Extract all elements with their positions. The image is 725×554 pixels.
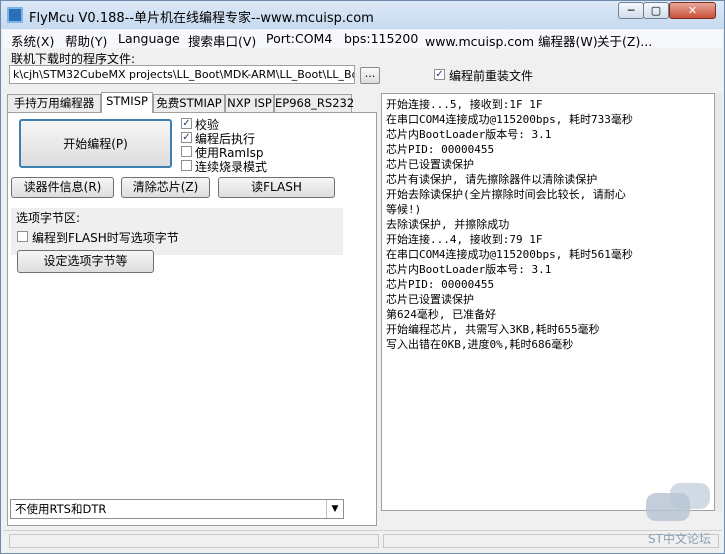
log-line: 芯片内BootLoader版本号: 3.1 — [386, 128, 552, 141]
option-bytes-title: 选项字节区: — [16, 211, 81, 225]
log-line: 写入出错在0KB,进度0%,耗时686毫秒 — [386, 338, 574, 351]
chat-bubble-icon — [646, 493, 690, 521]
status-segment — [9, 534, 379, 548]
menu-bar: 系统(X) 帮助(Y) Language 搜索串口(V) Port:COM4 b… — [3, 30, 722, 50]
log-line: 等候!) — [386, 203, 422, 216]
status-bar — [3, 530, 722, 551]
read-flash-button[interactable]: 读FLASH — [218, 177, 335, 198]
output-log[interactable]: 开始连接...5, 接收到:1F 1F 在串口COM4连接成功@115200bp… — [381, 93, 715, 511]
log-line: 开始连接...5, 接收到:1F 1F — [386, 98, 543, 111]
log-line: 第624毫秒, 已准备好 — [386, 308, 497, 321]
watermark: ST中文论坛 — [644, 479, 716, 549]
watermark-text: ST中文论坛 — [648, 532, 711, 546]
program-file-path-field[interactable]: k\cjh\STM32CubeMX projects\LL_Boot\MDK-A… — [9, 65, 355, 84]
log-line: 芯片有读保护, 请先擦除器件以清除读保护 — [386, 173, 598, 186]
tab-free-stmiap[interactable]: 免费STMIAP — [153, 94, 225, 112]
use-ramisp-checkbox[interactable] — [181, 146, 192, 157]
maximize-button[interactable]: ▢ — [643, 2, 669, 19]
start-programming-button[interactable]: 开始编程(P) — [19, 119, 172, 168]
menu-port[interactable]: Port:COM4 — [266, 31, 332, 46]
log-line: 开始编程芯片, 共需写入3KB,耗时655毫秒 — [386, 323, 600, 336]
verify-checkbox[interactable]: ✓ — [181, 118, 192, 129]
write-option-bytes-label: 编程到FLASH时写选项字节 — [32, 231, 179, 245]
app-window: FlyMcu V0.188--单片机在线编程专家--www.mcuisp.com… — [0, 0, 725, 554]
read-device-info-button[interactable]: 读器件信息(R) — [11, 177, 114, 198]
menu-search-port[interactable]: 搜索串口(V) — [188, 31, 256, 50]
menu-system[interactable]: 系统(X) — [11, 31, 54, 50]
log-line: 芯片PID: 00000455 — [386, 143, 495, 156]
stmisp-panel — [7, 112, 377, 526]
window-title: FlyMcu V0.188--单片机在线编程专家--www.mcuisp.com — [29, 11, 374, 26]
log-line: 在串口COM4连接成功@115200bps, 耗时561毫秒 — [386, 248, 633, 261]
write-option-bytes-checkbox[interactable] — [17, 231, 28, 242]
tab-stmisp[interactable]: STMISP — [101, 92, 153, 113]
log-line: 芯片已设置读保护 — [386, 158, 474, 171]
log-line: 芯片已设置读保护 — [386, 293, 474, 306]
continuous-mode-checkbox[interactable] — [181, 160, 192, 171]
log-line: 开始连接...4, 接收到:79 1F — [386, 233, 543, 246]
tab-ep968-rs232[interactable]: EP968_RS232 — [274, 94, 354, 112]
close-button[interactable]: ✕ — [669, 2, 716, 19]
log-line: 开始去除读保护(全片擦除时间会比较长, 请耐心 — [386, 188, 626, 201]
log-line: 芯片内BootLoader版本号: 3.1 — [386, 263, 552, 276]
reload-before-program-checkbox[interactable]: ✓ — [434, 69, 445, 80]
log-line: 芯片PID: 00000455 — [386, 278, 495, 291]
menu-about[interactable]: 关于(Z)... — [597, 31, 652, 50]
menu-baud[interactable]: bps:115200 — [344, 31, 418, 46]
title-bar[interactable]: FlyMcu V0.188--单片机在线编程专家--www.mcuisp.com… — [1, 1, 724, 29]
browse-file-button[interactable]: ... — [360, 67, 380, 84]
run-after-program-checkbox[interactable]: ✓ — [181, 132, 192, 143]
log-line: 去除读保护, 并擦除成功 — [386, 218, 510, 231]
chevron-down-icon[interactable]: ▼ — [326, 500, 343, 518]
erase-chip-button[interactable]: 清除芯片(Z) — [121, 177, 210, 198]
menu-programmer[interactable]: www.mcuisp.com 编程器(W) — [425, 31, 598, 50]
menu-language[interactable]: Language — [118, 31, 180, 46]
log-line: 在串口COM4连接成功@115200bps, 耗时733毫秒 — [386, 113, 633, 126]
rts-dtr-select-value: 不使用RTS和DTR — [15, 502, 107, 516]
log-lines: 开始连接...5, 接收到:1F 1F 在串口COM4连接成功@115200bp… — [386, 97, 633, 352]
app-icon — [7, 7, 23, 23]
continuous-mode-label: 连续烧录模式 — [195, 160, 268, 174]
rts-dtr-select[interactable]: 不使用RTS和DTR ▼ — [10, 499, 344, 519]
minimize-button[interactable]: ─ — [618, 2, 644, 19]
tab-handheld-programmer[interactable]: 手持万用编程器 — [7, 94, 101, 112]
menu-help[interactable]: 帮助(Y) — [65, 31, 107, 50]
set-option-bytes-button[interactable]: 设定选项字节等 — [17, 250, 154, 273]
reload-before-program-label: 编程前重装文件 — [449, 69, 534, 83]
log-scrollbar[interactable] — [715, 93, 723, 511]
tab-nxp-isp[interactable]: NXP ISP — [225, 94, 274, 112]
